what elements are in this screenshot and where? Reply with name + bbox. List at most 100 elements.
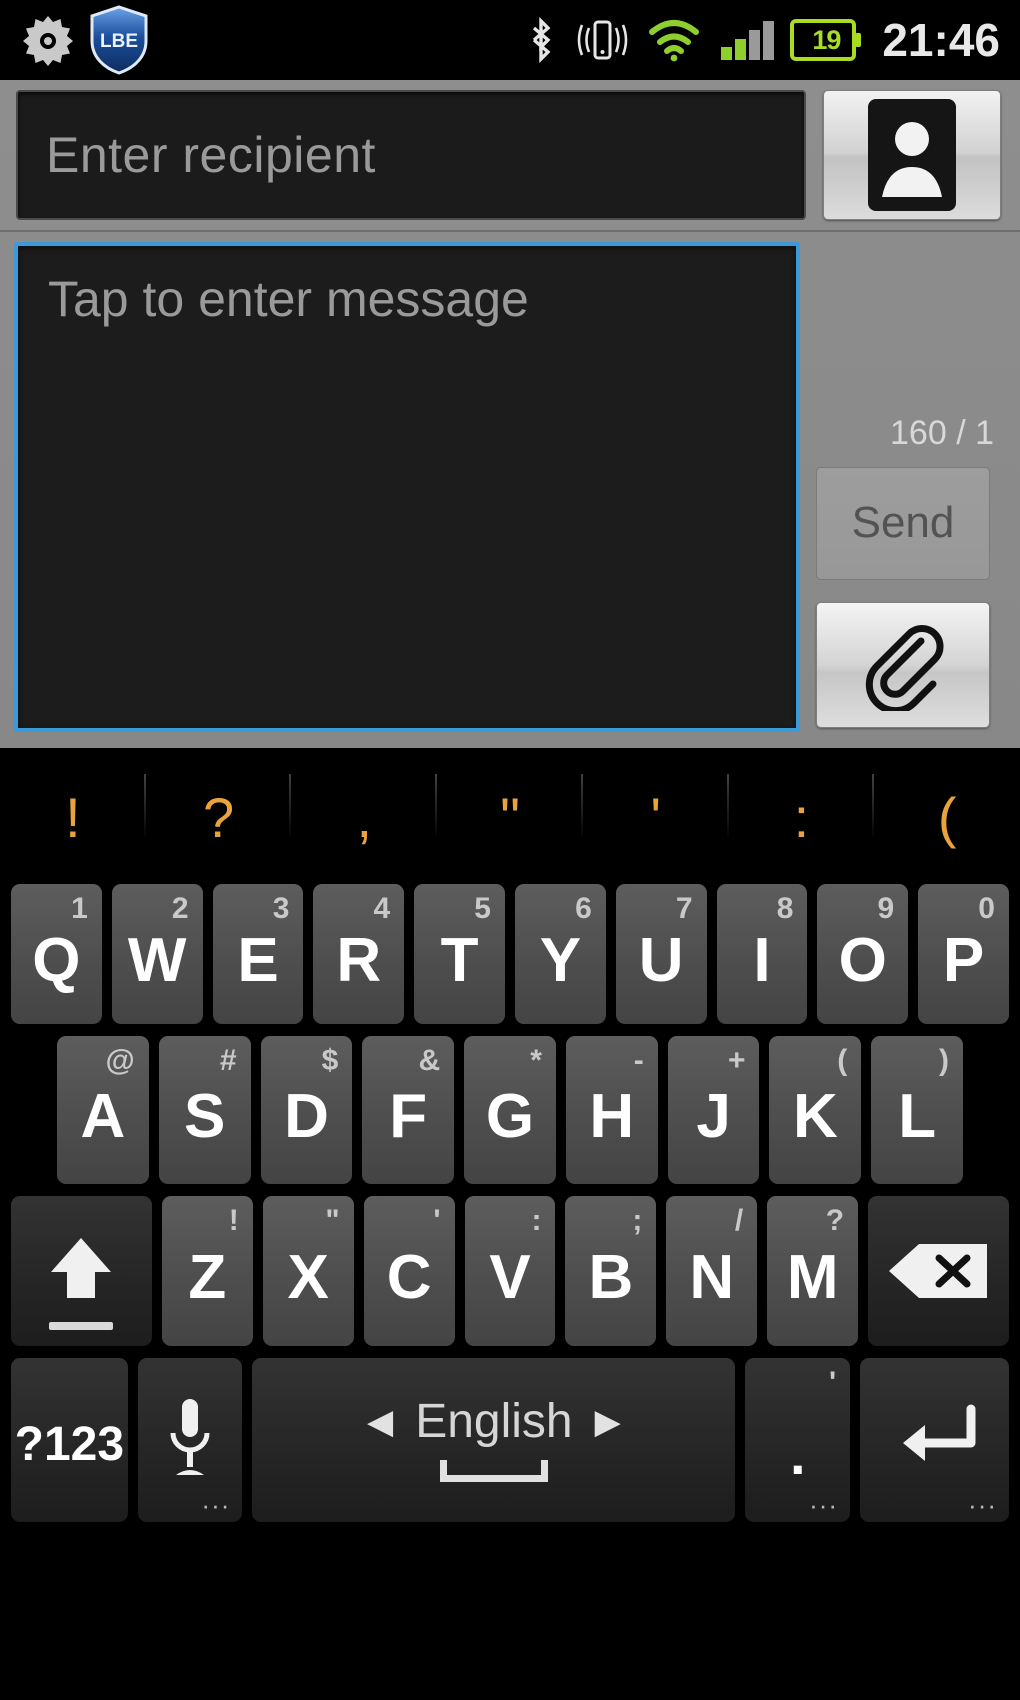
key-superscript: :: [531, 1204, 542, 1237]
key-superscript: @: [105, 1044, 135, 1077]
contacts-picker-button[interactable]: [823, 90, 1001, 220]
key-superscript: ;: [632, 1204, 643, 1237]
key-label: D: [284, 1082, 329, 1151]
letter-key-D[interactable]: $ D: [260, 1036, 353, 1184]
key-superscript: #: [219, 1044, 237, 1077]
symbol-key-1[interactable]: ?: [146, 748, 292, 878]
attach-button[interactable]: [816, 601, 990, 728]
symbol-key-label: !: [65, 786, 81, 849]
symbol-key-0[interactable]: !: [0, 748, 146, 878]
period-key[interactable]: ' . ···: [745, 1358, 851, 1522]
key-superscript: $: [321, 1044, 339, 1077]
symbol-key-4[interactable]: ': [583, 748, 729, 878]
key-label: U: [638, 926, 684, 995]
key-superscript: 9: [877, 892, 895, 925]
send-button-label: Send: [851, 498, 955, 548]
letter-key-X[interactable]: " X: [262, 1196, 354, 1346]
letter-key-G[interactable]: * G: [464, 1036, 556, 1184]
symbols-mode-key[interactable]: ?123: [11, 1358, 128, 1522]
voice-input-key[interactable]: ···: [137, 1358, 243, 1522]
letter-key-T[interactable]: 5T: [414, 884, 505, 1024]
symbol-key-label: ,: [356, 786, 373, 849]
letter-key-P[interactable]: 0P: [918, 884, 1009, 1024]
period-key-label: .: [789, 1423, 806, 1486]
symbol-suggestion-strip: !?, " ': (: [0, 748, 1020, 878]
key-superscript: +: [727, 1044, 746, 1077]
key-label: H: [589, 1082, 635, 1151]
space-key[interactable]: ◀ English ▶: [252, 1358, 736, 1522]
letter-key-F[interactable]: & F: [362, 1036, 455, 1184]
next-language-arrow-icon[interactable]: ▶: [595, 1405, 621, 1439]
send-button[interactable]: Send: [816, 467, 990, 580]
space-language-switcher[interactable]: ◀ English ▶: [367, 1398, 621, 1446]
letter-key-H[interactable]: -H: [565, 1036, 658, 1184]
cellular-signal-icon: [718, 17, 775, 63]
letter-key-U[interactable]: 7U: [615, 884, 707, 1024]
wifi-icon: [646, 17, 702, 63]
contact-person-icon: [868, 99, 956, 211]
status-bar-left-icons: LBE: [0, 5, 150, 75]
period-long-press-hint: ···: [809, 1490, 839, 1520]
mic-long-press-hint: ···: [201, 1490, 231, 1520]
letter-key-E[interactable]: 3E: [212, 884, 304, 1024]
key-label: Z: [188, 1243, 227, 1312]
keyboard-row-2: @ A # S $ D & F * G - H + J(K) L: [0, 1030, 1020, 1190]
soft-keyboard: !?, " ':( 1Q2W3E4R5T6Y7U8I9O0P @ A # S $ D & F * G -…: [0, 748, 1020, 1700]
key-label: Q: [32, 926, 81, 995]
letter-key-M[interactable]: ? M: [767, 1196, 859, 1346]
letter-key-O[interactable]: 9O: [817, 884, 909, 1024]
key-superscript: ): [939, 1044, 950, 1077]
letter-key-L[interactable]: ) L: [871, 1036, 964, 1184]
key-superscript: ': [433, 1204, 441, 1237]
shift-key[interactable]: [11, 1196, 152, 1346]
key-superscript: (: [837, 1044, 848, 1077]
letter-key-K[interactable]: (K: [769, 1036, 862, 1184]
microphone-icon: [164, 1395, 216, 1485]
symbol-key-5[interactable]: :: [729, 748, 875, 878]
prev-language-arrow-icon[interactable]: ◀: [367, 1405, 393, 1439]
period-key-superscript: ': [828, 1366, 837, 1399]
key-label: S: [183, 1082, 226, 1151]
battery-icon: 19: [790, 16, 862, 64]
recipient-input[interactable]: Enter recipient: [16, 90, 806, 220]
key-label: I: [753, 926, 771, 995]
letter-key-R[interactable]: 4R: [313, 884, 405, 1024]
letter-key-A[interactable]: @ A: [57, 1036, 149, 1184]
backspace-icon: [887, 1240, 991, 1302]
symbol-key-2[interactable]: ,: [291, 748, 437, 878]
key-label: X: [287, 1243, 329, 1312]
key-superscript: ?: [825, 1204, 845, 1237]
key-label: V: [489, 1243, 531, 1312]
letter-key-Y[interactable]: 6Y: [514, 884, 606, 1024]
key-label: B: [588, 1243, 634, 1312]
key-label: A: [80, 1082, 126, 1151]
bluetooth-icon: [524, 16, 558, 64]
key-superscript: *: [530, 1044, 542, 1077]
key-superscript: 1: [71, 892, 88, 925]
letter-key-J[interactable]: + J: [667, 1036, 760, 1184]
letter-key-I[interactable]: 8I: [716, 884, 808, 1024]
recipient-row: Enter recipient: [0, 80, 1020, 232]
key-superscript: 8: [776, 892, 794, 925]
symbols-mode-label: ?123: [14, 1418, 125, 1471]
letter-key-W[interactable]: 2W: [111, 884, 203, 1024]
letter-key-N[interactable]: / N: [666, 1196, 758, 1346]
space-key-content: ◀ English ▶: [367, 1398, 621, 1482]
backspace-key[interactable]: [868, 1196, 1009, 1346]
letter-key-C[interactable]: ' C: [363, 1196, 455, 1346]
letter-key-S[interactable]: # S: [158, 1036, 251, 1184]
key-label: T: [440, 926, 479, 995]
symbol-key-3[interactable]: ": [437, 748, 583, 878]
symbol-key-label: :: [793, 786, 810, 849]
message-input[interactable]: Tap to enter message: [14, 242, 800, 732]
symbol-key-6[interactable]: (: [874, 748, 1020, 878]
symbol-key-label: ?: [203, 786, 235, 849]
compose-panel: Enter recipient Tap to enter message 160…: [0, 80, 1020, 748]
letter-key-B[interactable]: ; B: [565, 1196, 657, 1346]
letter-key-V[interactable]: :V: [464, 1196, 556, 1346]
letter-key-Z[interactable]: ! Z: [161, 1196, 253, 1346]
key-superscript: 4: [373, 892, 391, 925]
letter-key-Q[interactable]: 1Q: [11, 884, 102, 1024]
key-label: G: [485, 1082, 535, 1151]
enter-key[interactable]: ···: [860, 1358, 1010, 1522]
